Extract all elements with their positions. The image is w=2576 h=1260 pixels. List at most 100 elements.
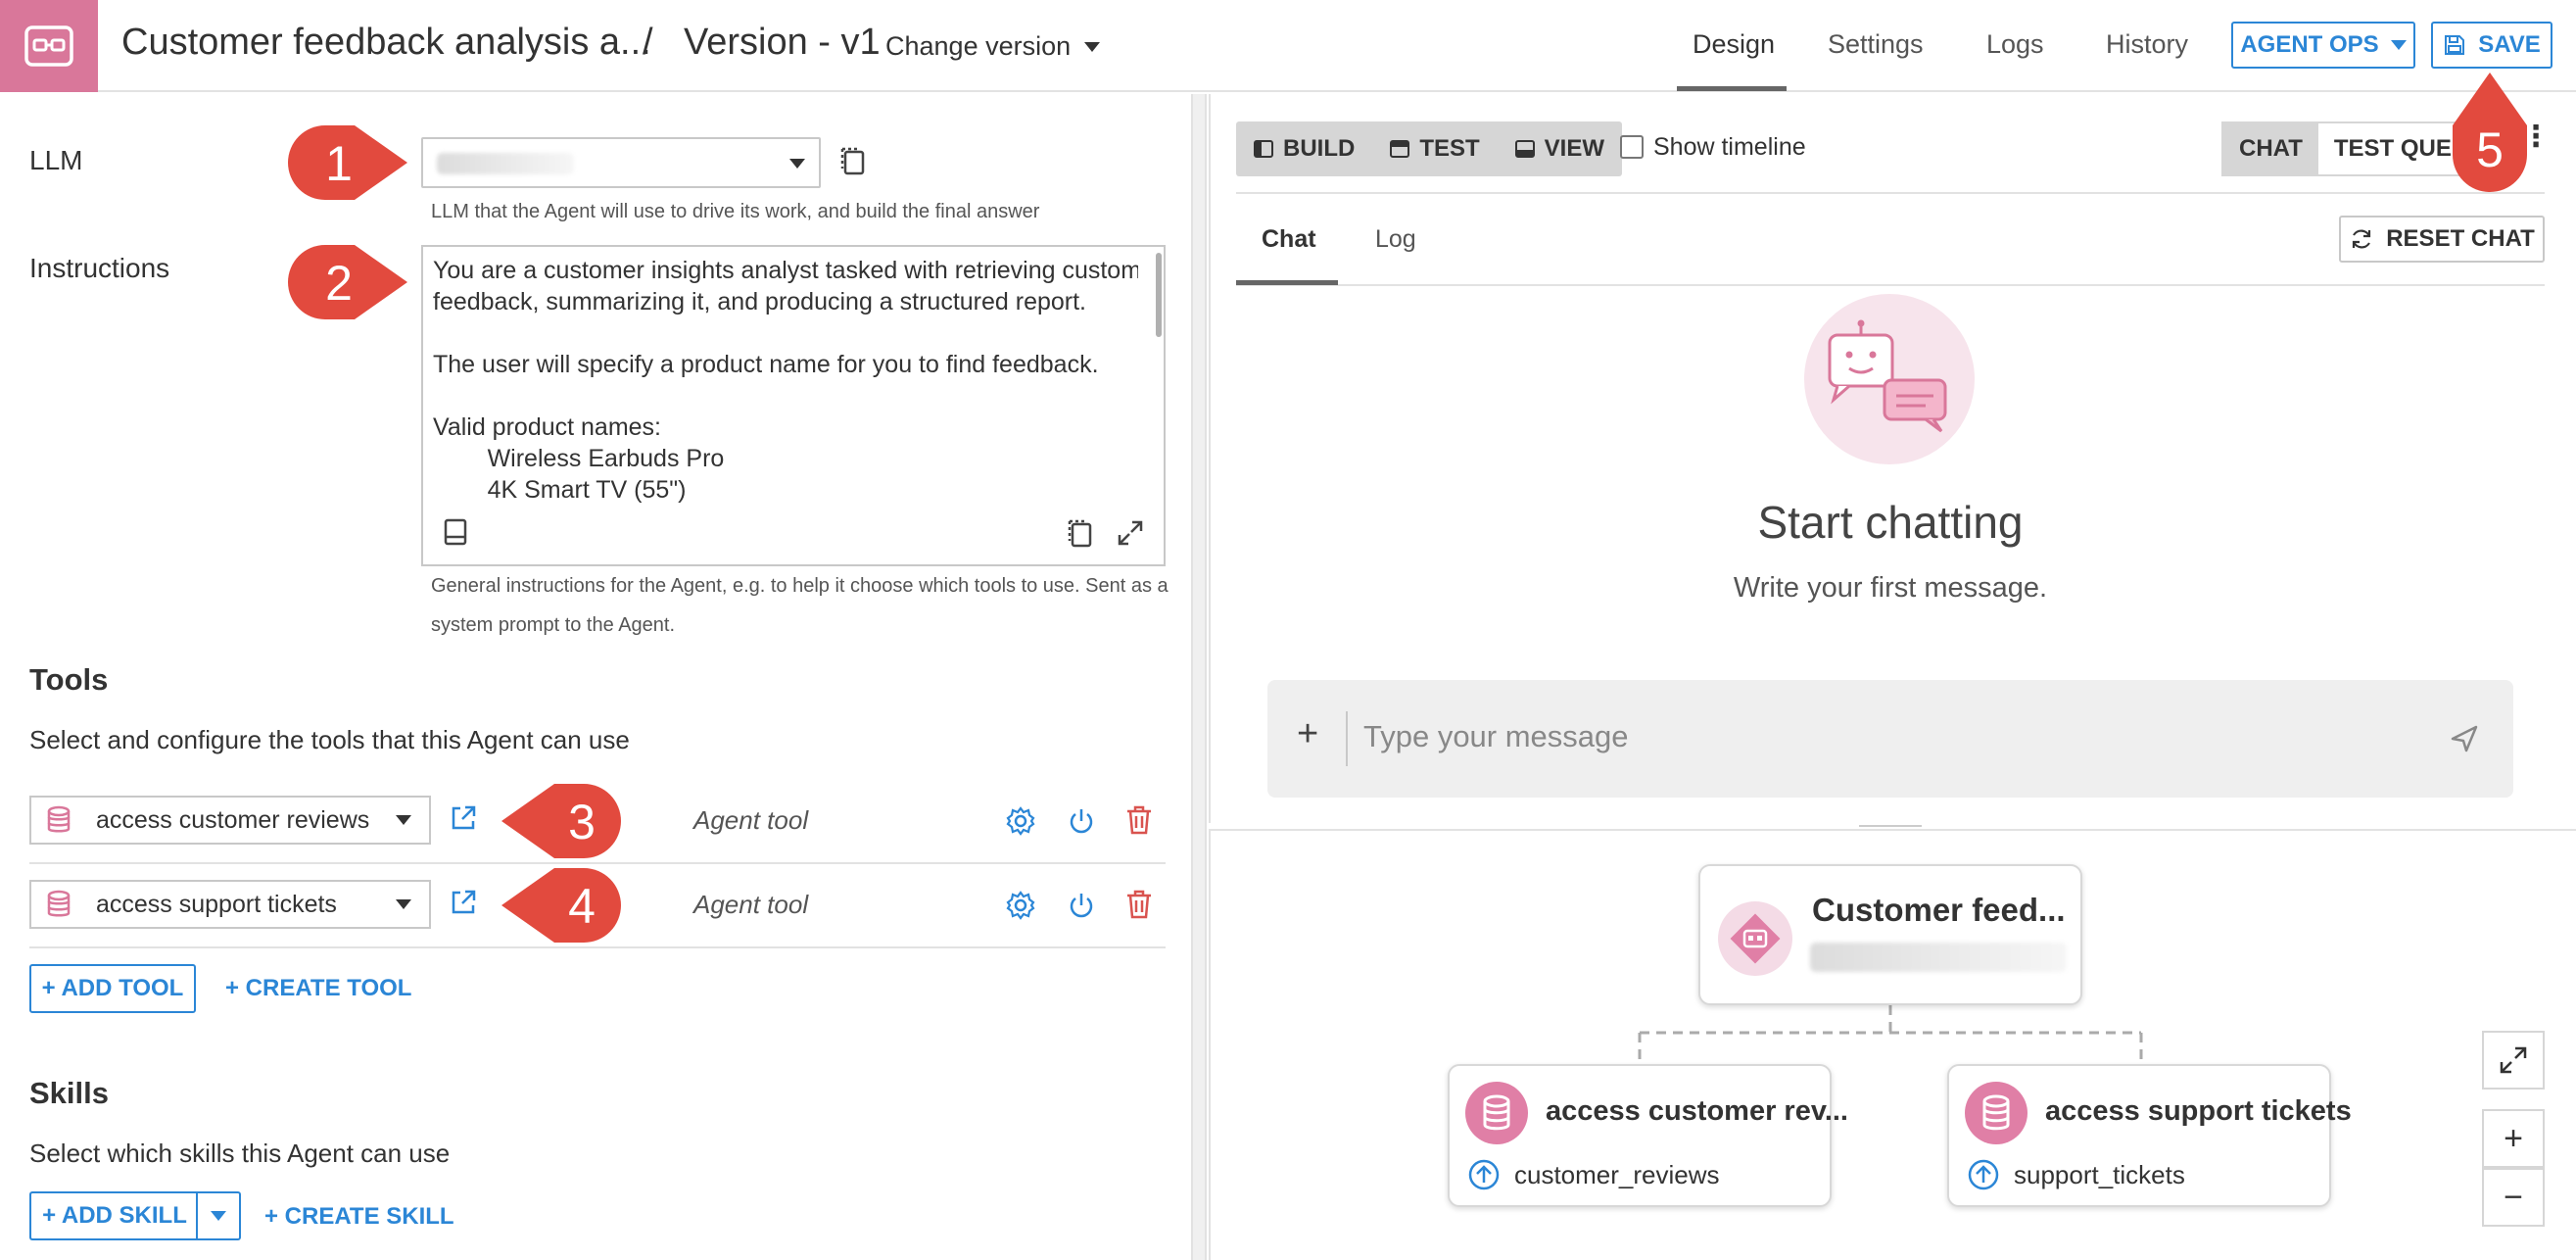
database-icon — [1965, 1082, 2027, 1144]
agent-icon — [1730, 913, 1781, 964]
chevron-down-icon — [2390, 40, 2407, 50]
save-label: SAVE — [2478, 31, 2541, 58]
test-label: TEST — [1419, 135, 1480, 162]
callout-number: 4 — [568, 879, 596, 934]
divider — [1236, 284, 2545, 286]
refresh-icon — [2353, 229, 2371, 249]
save-button[interactable]: SAVE — [2431, 22, 2552, 69]
database-icon — [47, 805, 71, 833]
trash-icon[interactable] — [1124, 803, 1154, 837]
trash-icon[interactable] — [1124, 888, 1154, 921]
expand-icon[interactable] — [1117, 519, 1144, 547]
tools-subtitle: Select and configure the tools that this… — [29, 725, 630, 754]
tab-history[interactable]: History — [2106, 29, 2188, 60]
callout-number: 1 — [325, 136, 353, 191]
add-skill-button[interactable]: + ADD SKILL — [29, 1191, 198, 1240]
message-input[interactable]: Type your message — [1363, 719, 1629, 754]
chevron-down-icon — [396, 899, 411, 909]
agent-ops-label: AGENT OPS — [2240, 31, 2379, 58]
llm-value-redacted — [437, 153, 574, 174]
gear-icon[interactable] — [1005, 890, 1036, 921]
breadcrumb-separator: / — [643, 22, 653, 63]
test-mode-button[interactable]: TEST — [1372, 121, 1497, 176]
callout-number: 2 — [325, 256, 353, 311]
power-icon[interactable] — [1066, 805, 1097, 837]
chat-illustration — [1804, 294, 1975, 464]
tool-node-title: access support tickets — [2045, 1095, 2352, 1127]
reset-chat-button[interactable]: RESET CHAT — [2339, 216, 2545, 263]
instructions-help-line2: system prompt to the Agent. — [431, 614, 676, 636]
llm-label: LLM — [29, 145, 83, 175]
tool-select-customer-reviews[interactable]: access customer reviews — [29, 796, 431, 845]
tool-name: access customer reviews — [96, 805, 370, 834]
change-version-label: Change version — [885, 31, 1072, 61]
tool-select-support-tickets[interactable]: access support tickets — [29, 880, 431, 929]
empty-state-subtitle: Write your first message. — [1733, 572, 2048, 604]
divider — [1236, 192, 2545, 194]
callout-badge: 5 — [2449, 69, 2531, 201]
graph-tool-node[interactable]: access customer rev... customer_reviews — [1448, 1064, 1848, 1207]
graph-root-node[interactable]: Customer feed... — [1698, 864, 2082, 1005]
create-tool-button[interactable]: + CREATE TOOL — [225, 975, 411, 1002]
callout-badge: 1 — [284, 121, 411, 209]
chat-subtab[interactable]: Chat — [1262, 225, 1316, 254]
agent-logo-icon[interactable] — [0, 0, 98, 92]
reset-chat-label: RESET CHAT — [2386, 225, 2535, 252]
open-external-icon[interactable] — [449, 803, 478, 833]
zoom-out-button[interactable]: − — [2482, 1168, 2545, 1227]
graph-connectors — [1638, 1005, 2143, 1064]
build-mode-button[interactable]: BUILD — [1236, 121, 1372, 176]
tab-design[interactable]: Design — [1693, 29, 1775, 60]
attach-button[interactable]: + — [1297, 713, 1318, 755]
skills-subtitle: Select which skills this Agent can use — [29, 1139, 451, 1168]
change-version-dropdown[interactable]: Change version — [885, 31, 1101, 62]
tool-type: Agent tool — [693, 890, 809, 919]
prompt-library-icon[interactable] — [443, 517, 468, 547]
log-subtab[interactable]: Log — [1375, 225, 1416, 254]
instructions-help-line1: General instructions for the Agent, e.g.… — [431, 575, 1169, 597]
empty-state-title: Start chatting — [1757, 497, 2024, 548]
skills-title: Skills — [29, 1076, 109, 1110]
chevron-down-icon — [396, 815, 411, 825]
add-skill-dropdown[interactable] — [196, 1191, 241, 1240]
agent-title[interactable]: Customer feedback analysis a... — [121, 22, 651, 64]
tool-node-dataset: support_tickets — [2014, 1160, 2185, 1189]
view-mode-button[interactable]: VIEW — [1498, 121, 1622, 176]
add-tool-button[interactable]: + ADD TOOL — [29, 964, 196, 1013]
show-timeline-label[interactable]: Show timeline — [1653, 133, 1806, 162]
save-icon — [2445, 35, 2465, 55]
copy-icon[interactable] — [1066, 517, 1095, 549]
show-timeline-checkbox[interactable] — [1620, 135, 1644, 159]
zoom-in-button[interactable]: + — [2482, 1109, 2545, 1168]
textarea-scrollbar[interactable] — [1156, 253, 1162, 337]
agent-ops-button[interactable]: AGENT OPS — [2231, 22, 2415, 69]
llm-help-text: LLM that the Agent will use to drive its… — [431, 201, 1040, 222]
gear-icon[interactable] — [1005, 805, 1036, 837]
fit-view-button[interactable] — [2482, 1031, 2545, 1090]
chevron-down-icon — [1084, 41, 1101, 52]
send-icon[interactable] — [2449, 723, 2480, 754]
open-external-icon[interactable] — [449, 888, 478, 917]
copy-icon[interactable] — [838, 145, 868, 178]
callout-number: 5 — [2476, 122, 2504, 177]
graph-tool-node[interactable]: access support tickets support_tickets — [1947, 1064, 2352, 1207]
callout-badge: 3 — [498, 780, 625, 867]
chevron-down-icon — [211, 1211, 226, 1221]
power-icon[interactable] — [1066, 890, 1097, 921]
create-skill-button[interactable]: + CREATE SKILL — [264, 1203, 454, 1231]
tab-logs[interactable]: Logs — [1986, 29, 2044, 60]
build-label: BUILD — [1283, 135, 1356, 162]
callout-number: 3 — [568, 795, 596, 849]
panel-splitter[interactable] — [1191, 94, 1207, 1260]
chat-mode-button[interactable]: CHAT — [2223, 123, 2318, 174]
callout-badge: 4 — [498, 864, 625, 951]
chevron-down-icon — [789, 159, 805, 169]
instructions-label: Instructions — [29, 253, 170, 283]
instructions-textarea[interactable]: You are a customer insights analyst task… — [421, 245, 1166, 566]
instructions-text[interactable]: You are a customer insights analyst task… — [433, 255, 1138, 508]
active-subtab-indicator — [1236, 280, 1338, 285]
view-mode-toggle: BUILD TEST VIEW — [1236, 121, 1623, 176]
tab-settings[interactable]: Settings — [1828, 29, 1924, 60]
llm-select[interactable] — [421, 137, 821, 188]
chat-input-box[interactable]: + Type your message — [1267, 680, 2513, 798]
